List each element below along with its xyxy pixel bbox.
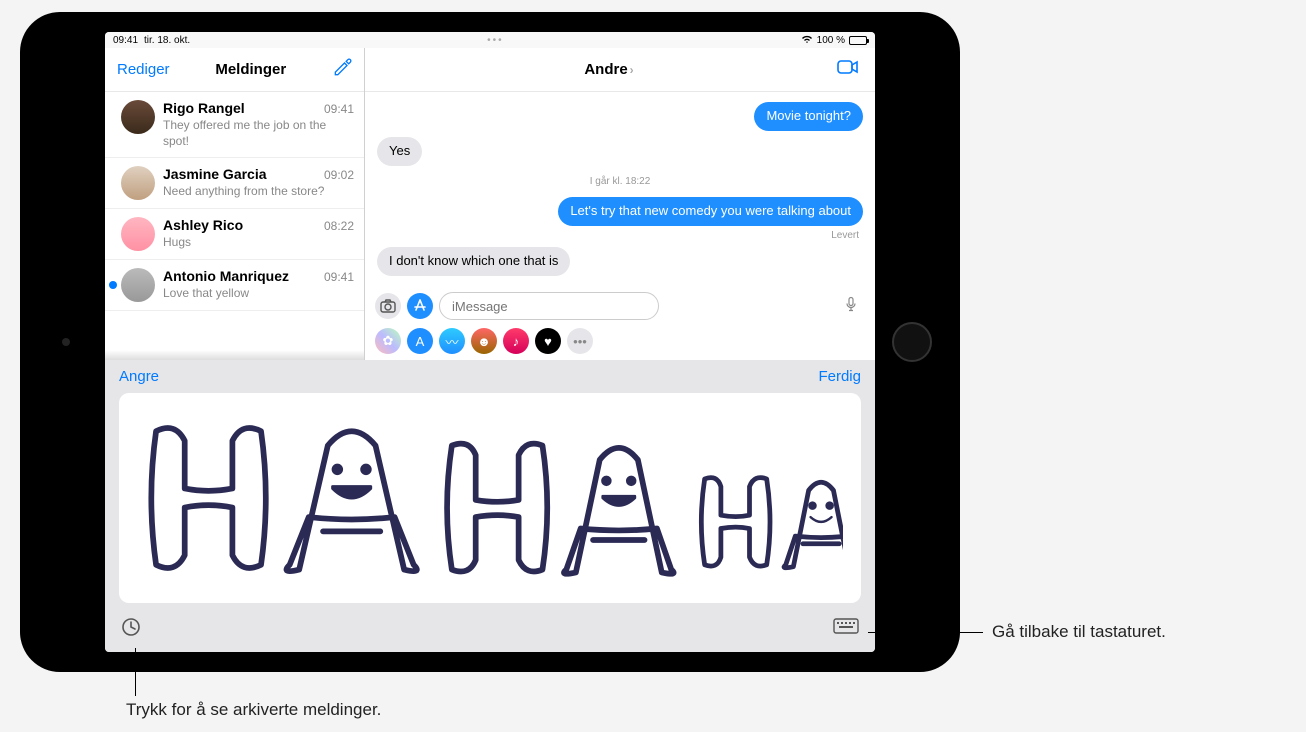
callout-history: Trykk for å se arkiverte meldinger. bbox=[126, 700, 381, 720]
chat-title[interactable]: Andre › bbox=[584, 61, 633, 78]
app-music-icon[interactable]: ♪ bbox=[503, 328, 529, 354]
multitask-dots[interactable]: ••• bbox=[190, 35, 800, 46]
sidebar-title: Meldinger bbox=[215, 61, 286, 78]
conversation-preview: They offered me the job on the spot! bbox=[163, 118, 354, 149]
conversation-time: 09:41 bbox=[324, 102, 354, 116]
conversation-list: Rigo Rangel 09:41 They offered me the jo… bbox=[105, 92, 364, 350]
conversations-sidebar: Rediger Meldinger Rigo Rangel 09:41 bbox=[105, 48, 365, 360]
status-bar: 09:41 tir. 18. okt. ••• 100 % bbox=[105, 32, 875, 48]
video-call-button[interactable] bbox=[837, 59, 859, 80]
message-bubble-sent[interactable]: Movie tonight? bbox=[754, 102, 863, 131]
front-camera-dot bbox=[62, 338, 70, 346]
message-input-row bbox=[365, 288, 875, 324]
chat-timestamp: I går kl. 18:22 bbox=[377, 176, 863, 187]
done-button[interactable]: Ferdig bbox=[818, 368, 861, 385]
battery-icon bbox=[849, 36, 867, 45]
keyboard-button[interactable] bbox=[833, 618, 859, 641]
handwriting-panel: Angre Ferdig bbox=[105, 360, 875, 652]
camera-button[interactable] bbox=[375, 293, 401, 319]
status-date: tir. 18. okt. bbox=[144, 35, 190, 46]
ipad-frame: 09:41 tir. 18. okt. ••• 100 % Rediger Me… bbox=[20, 12, 960, 672]
battery-text: 100 % bbox=[817, 35, 845, 46]
app-store-button[interactable] bbox=[407, 293, 433, 319]
app-more-icon[interactable]: ••• bbox=[567, 328, 593, 354]
sidebar-header: Rediger Meldinger bbox=[105, 48, 364, 92]
conversation-name: Jasmine Garcia bbox=[163, 166, 267, 182]
chevron-right-icon: › bbox=[630, 63, 634, 77]
conversation-item[interactable]: Jasmine Garcia 09:02 Need anything from … bbox=[105, 158, 364, 209]
status-time: 09:41 bbox=[113, 35, 138, 46]
conversation-item[interactable]: Ashley Rico 08:22 Hugs bbox=[105, 209, 364, 260]
undo-button[interactable]: Angre bbox=[119, 368, 159, 385]
message-bubble-received[interactable]: Yes bbox=[377, 137, 422, 166]
compose-button[interactable] bbox=[332, 58, 352, 82]
handwriting-canvas[interactable] bbox=[119, 393, 861, 603]
conversation-time: 08:22 bbox=[324, 219, 354, 233]
avatar bbox=[121, 268, 155, 302]
app-audio-icon[interactable]: 〰 bbox=[439, 328, 465, 354]
conversation-preview: Need anything from the store? bbox=[163, 184, 354, 200]
conversation-preview: Love that yellow bbox=[163, 286, 354, 302]
chat-header: Andre › bbox=[365, 48, 875, 92]
callout-line bbox=[868, 632, 983, 633]
message-bubble-sent[interactable]: Let's try that new comedy you were talki… bbox=[558, 197, 863, 226]
avatar bbox=[121, 166, 155, 200]
chat-message-list[interactable]: Movie tonight? Yes I går kl. 18:22 Let's… bbox=[365, 92, 875, 288]
conversation-name: Antonio Manriquez bbox=[163, 268, 289, 284]
chat-pane: Andre › Movie tonight? Yes I går kl. 18:… bbox=[365, 48, 875, 360]
app-strip: ✿ A 〰 ☻ ♪ ♥ ••• bbox=[365, 324, 875, 360]
handwriting-history-button[interactable] bbox=[121, 617, 141, 642]
wifi-icon bbox=[801, 34, 813, 47]
app-digitaltouch-icon[interactable]: ♥ bbox=[535, 328, 561, 354]
app-stickers-icon[interactable]: ☻ bbox=[471, 328, 497, 354]
callout-keyboard: Gå tilbake til tastaturet. bbox=[992, 622, 1166, 642]
home-button[interactable] bbox=[892, 322, 932, 362]
conversation-item[interactable]: Rigo Rangel 09:41 They offered me the jo… bbox=[105, 92, 364, 158]
sidebar-fade bbox=[105, 350, 364, 360]
callout-line bbox=[135, 648, 136, 696]
delivered-status: Levert bbox=[831, 230, 859, 241]
conversation-preview: Hugs bbox=[163, 235, 354, 251]
avatar bbox=[121, 217, 155, 251]
edit-button[interactable]: Rediger bbox=[117, 61, 170, 78]
conversation-name: Rigo Rangel bbox=[163, 100, 245, 116]
conversation-item[interactable]: Antonio Manriquez 09:41 Love that yellow bbox=[105, 260, 364, 311]
handwriting-drawing bbox=[137, 403, 843, 593]
conversation-name: Ashley Rico bbox=[163, 217, 243, 233]
unread-indicator bbox=[109, 281, 117, 289]
message-bubble-received[interactable]: I don't know which one that is bbox=[377, 247, 570, 276]
dictate-icon[interactable] bbox=[845, 297, 857, 316]
conversation-time: 09:41 bbox=[324, 270, 354, 284]
message-input[interactable] bbox=[439, 292, 659, 320]
app-photos-icon[interactable]: ✿ bbox=[375, 328, 401, 354]
screen: 09:41 tir. 18. okt. ••• 100 % Rediger Me… bbox=[105, 32, 875, 652]
conversation-time: 09:02 bbox=[324, 168, 354, 182]
avatar bbox=[121, 100, 155, 134]
app-store-icon[interactable]: A bbox=[407, 328, 433, 354]
